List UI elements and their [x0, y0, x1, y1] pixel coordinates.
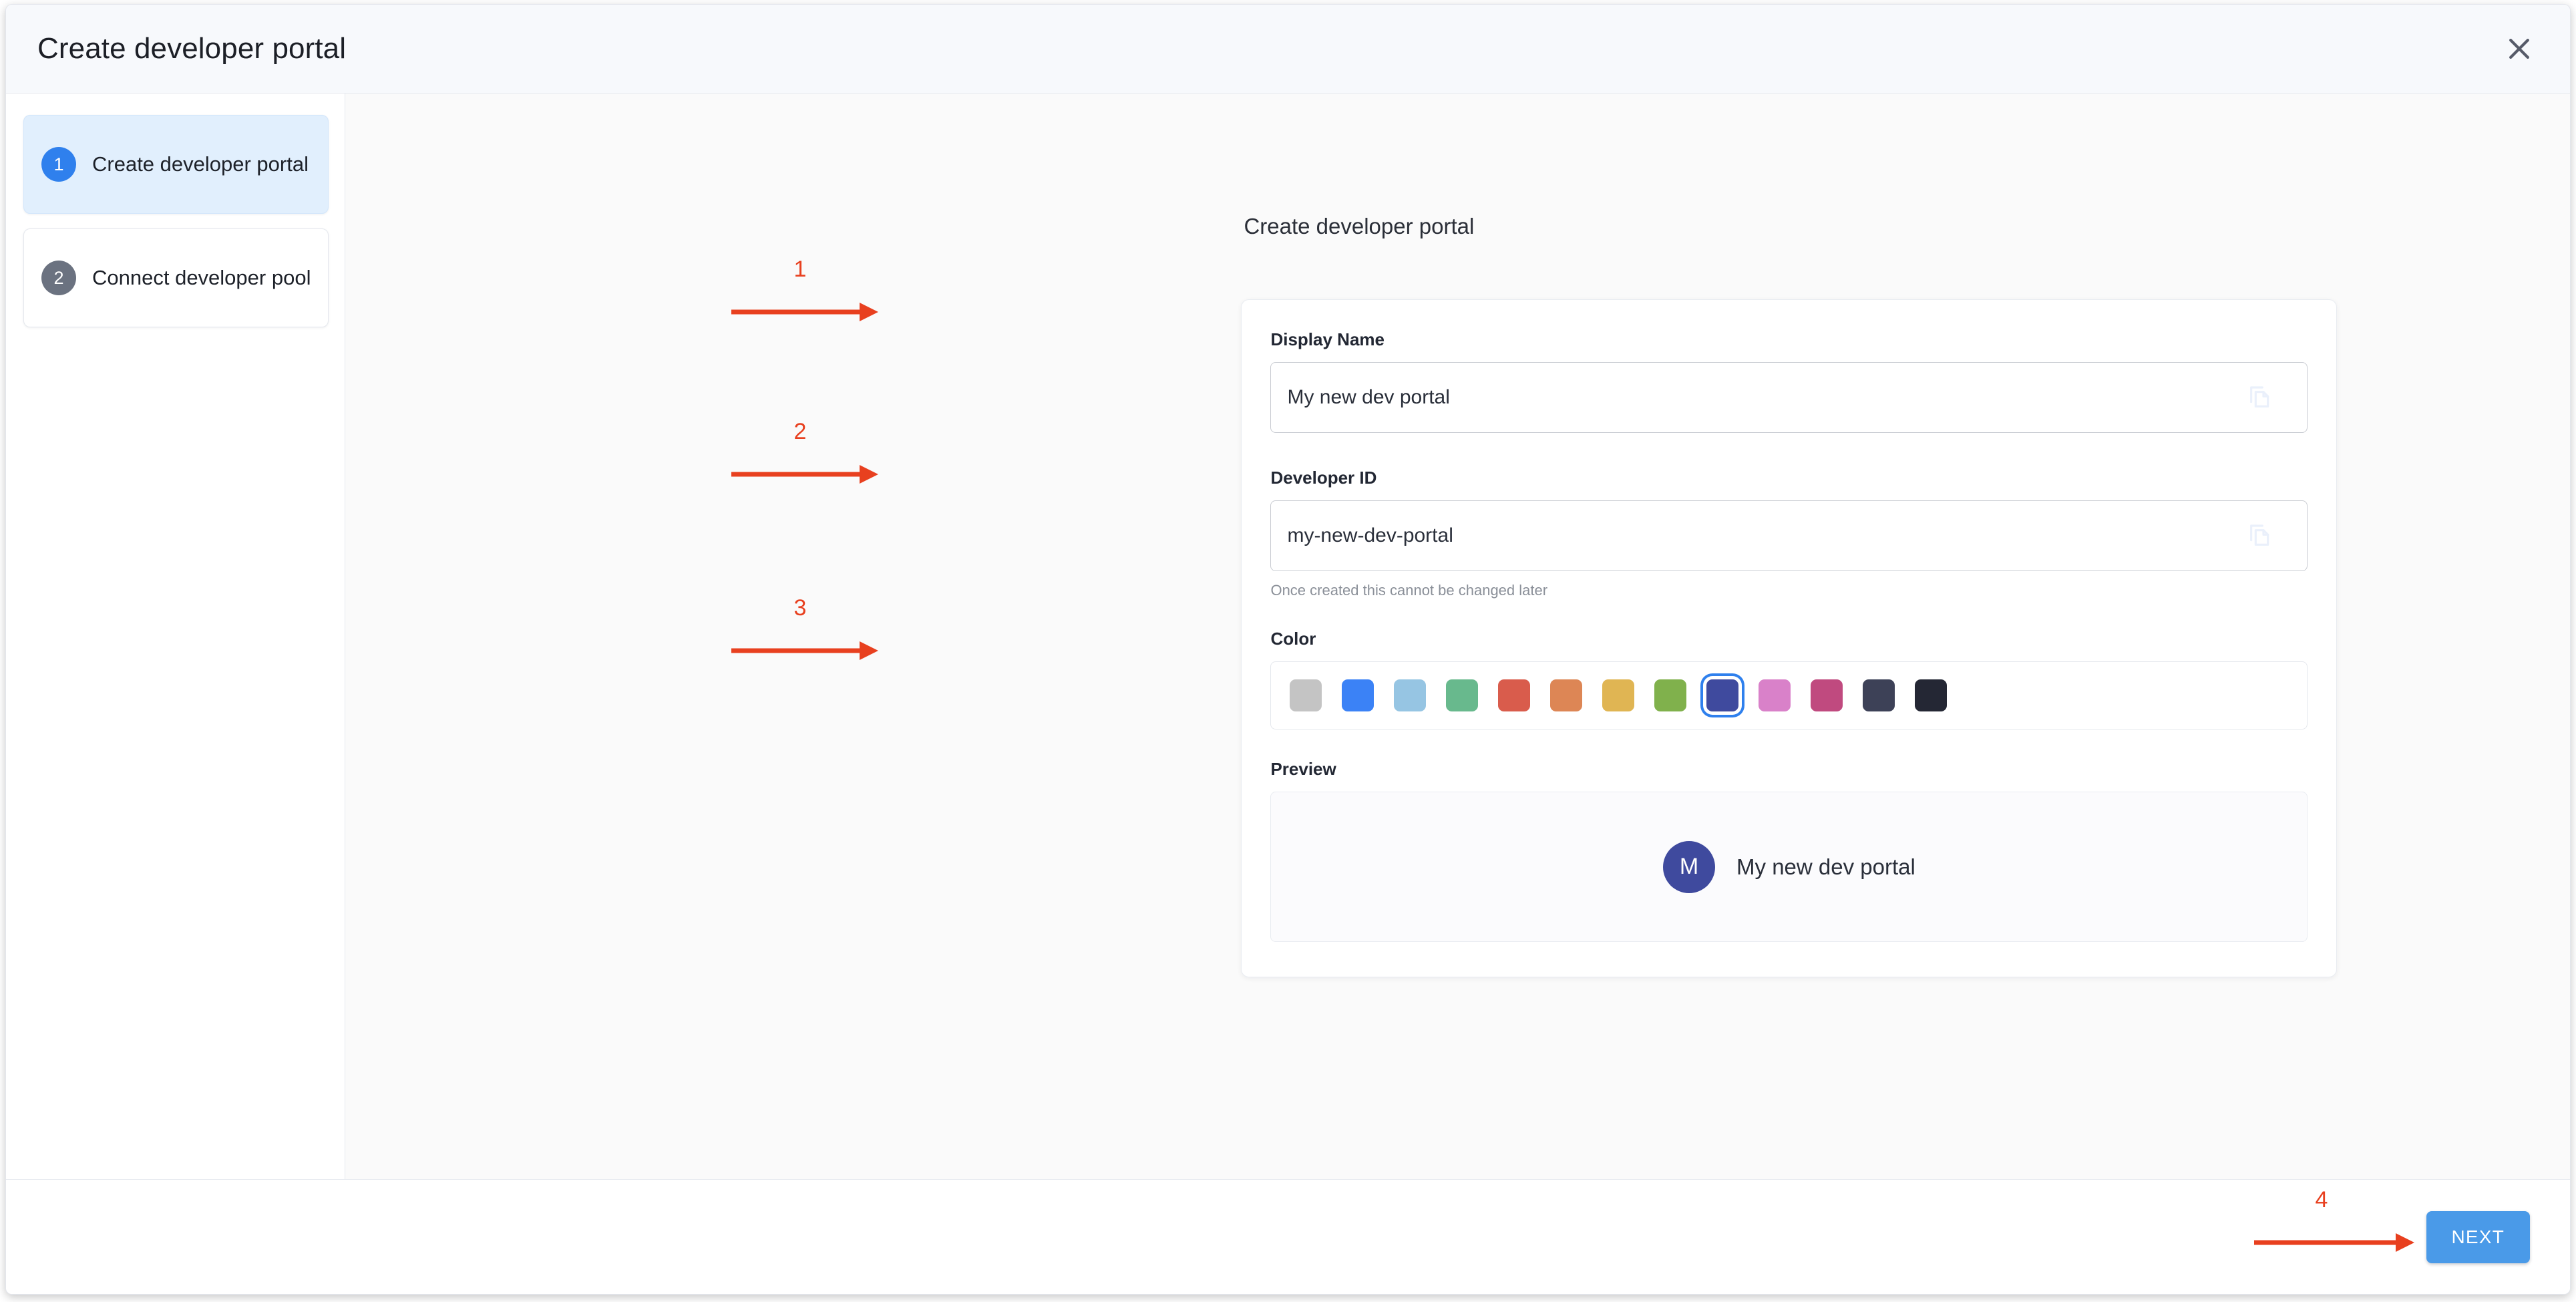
- dialog-header: Create developer portal: [6, 5, 2570, 94]
- preview-portal-name: My new dev portal: [1736, 854, 1915, 879]
- color-swatch-8[interactable]: [1706, 679, 1739, 711]
- main-scroll-area: Create developer portal Display Name My …: [345, 94, 2570, 1179]
- display-name-input-wrap[interactable]: [1270, 362, 2308, 433]
- step-label: Connect developer pool: [92, 266, 311, 289]
- display-name-field: Display Name: [1270, 329, 2308, 433]
- color-swatch-9[interactable]: [1759, 679, 1791, 711]
- developer-id-input[interactable]: [1271, 501, 2308, 571]
- color-swatch-12[interactable]: [1915, 679, 1948, 711]
- developer-id-input-wrap[interactable]: [1270, 500, 2308, 571]
- color-swatch-11[interactable]: [1863, 679, 1895, 711]
- dialog-body: 1 Create developer portal 2 Connect deve…: [6, 94, 2570, 1179]
- create-developer-portal-dialog: Create developer portal 1 Create develop…: [5, 4, 2571, 1295]
- step-number-badge: 2: [41, 261, 76, 295]
- step-number-badge: 1: [41, 147, 76, 182]
- color-swatch-2[interactable]: [1394, 679, 1427, 711]
- preview-label: Preview: [1270, 759, 1336, 779]
- color-swatch-5[interactable]: [1550, 679, 1583, 711]
- display-name-input[interactable]: [1271, 363, 2308, 432]
- color-swatch-4[interactable]: [1498, 679, 1531, 711]
- color-swatch-6[interactable]: [1602, 679, 1635, 711]
- color-swatch-3[interactable]: [1446, 679, 1479, 711]
- color-swatch-list: [1270, 661, 2308, 729]
- preview-field: Preview M My new dev portal: [1270, 759, 2308, 942]
- dialog-footer: NEXT: [6, 1179, 2570, 1294]
- developer-id-field: Developer ID my-new-dev-portal Once crea…: [1270, 468, 2308, 599]
- dialog-title: Create developer portal: [37, 32, 347, 65]
- color-swatch-7[interactable]: [1654, 679, 1687, 711]
- developer-id-hint: Once created this cannot be changed late…: [1270, 582, 1548, 599]
- color-field: Color: [1270, 629, 2308, 729]
- color-swatch-0[interactable]: [1290, 679, 1322, 711]
- step-label: Create developer portal: [92, 152, 309, 176]
- sidebar-step-create-developer-portal[interactable]: 1 Create developer portal: [23, 115, 329, 214]
- developer-id-label: Developer ID: [1270, 468, 1377, 488]
- color-label: Color: [1270, 629, 1316, 649]
- color-swatch-10[interactable]: [1811, 679, 1843, 711]
- avatar: M: [1663, 840, 1716, 893]
- color-swatch-1[interactable]: [1342, 679, 1374, 711]
- display-name-label: Display Name: [1270, 329, 1385, 349]
- preview-box: M My new dev portal: [1270, 792, 2308, 942]
- sidebar-step-connect-developer-pool[interactable]: 2 Connect developer pool: [23, 228, 329, 327]
- page-title: Create developer portal: [1244, 214, 1475, 238]
- wizard-main-panel: Create developer portal Display Name My …: [345, 94, 2570, 1179]
- next-button[interactable]: NEXT: [2426, 1210, 2530, 1263]
- portal-form-card: Display Name My new dev portal Developer…: [1241, 299, 2338, 977]
- copy-icon[interactable]: [2247, 522, 2273, 549]
- copy-icon[interactable]: [2247, 384, 2273, 411]
- close-icon[interactable]: [2494, 23, 2545, 74]
- wizard-sidebar: 1 Create developer portal 2 Connect deve…: [6, 94, 346, 1179]
- screenshot-root: Create developer portal 1 Create develop…: [0, 0, 2576, 1302]
